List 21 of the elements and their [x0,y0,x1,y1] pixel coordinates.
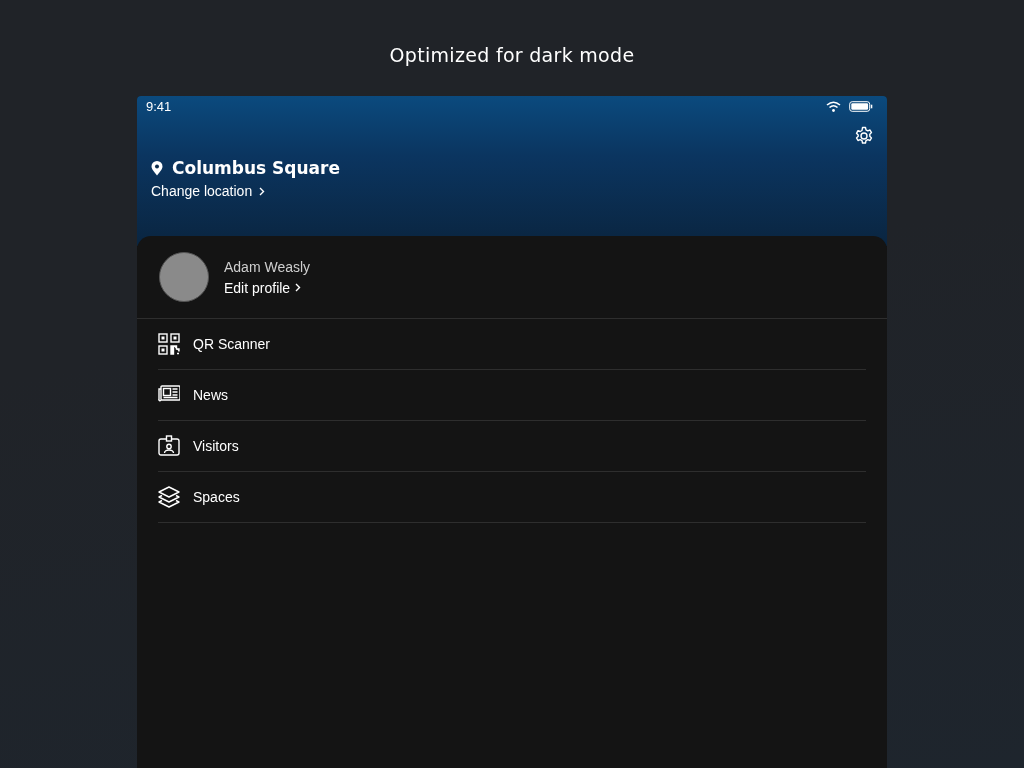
menu-item[interactable]: Spaces [158,472,866,523]
edit-profile-link[interactable]: Edit profile [224,279,302,296]
avatar [159,252,209,302]
chevron-icon [259,186,266,196]
user-name: Adam Weasly [224,258,311,275]
chevron-icon [295,283,302,292]
id-badge-icon [158,435,180,457]
qr-code-icon [158,333,180,355]
menu-item[interactable]: News [158,370,866,421]
headline: Optimized for dark mode [389,44,635,66]
location-pin-icon [151,160,163,176]
menu-item[interactable]: Visitors [158,421,866,472]
settings-button[interactable] [854,126,874,146]
layers-icon [158,486,180,508]
status-time: 9:41 [146,98,172,114]
battery-icon [849,100,873,112]
wifi-icon [826,100,841,112]
menu-item[interactable]: QR Scanner [158,319,866,370]
settings-icon [854,126,874,146]
location-title: Columbus Square [172,158,340,178]
change-location-link[interactable]: Change location [151,183,266,199]
